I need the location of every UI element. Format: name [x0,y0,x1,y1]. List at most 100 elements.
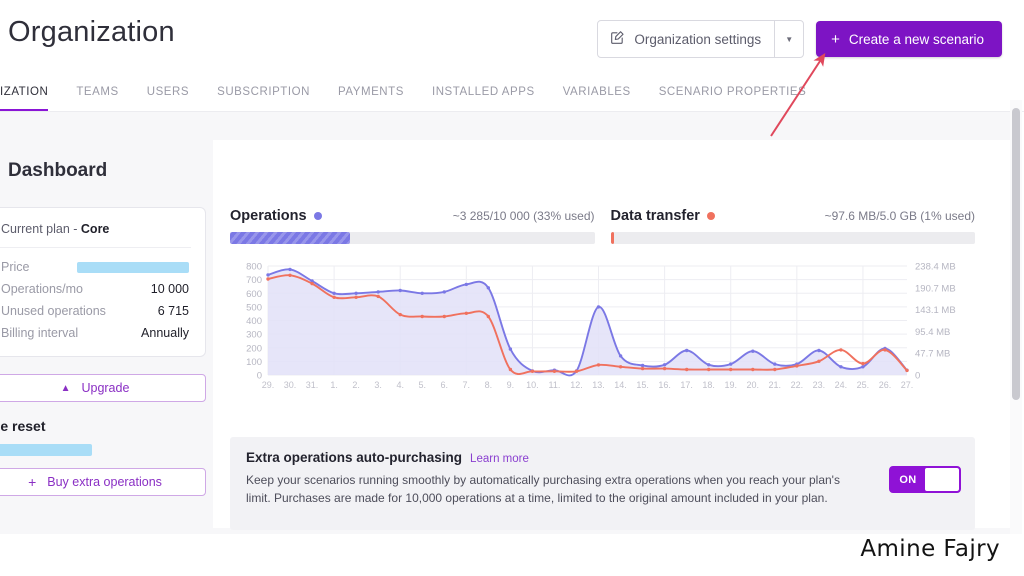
series-point [332,291,336,295]
create-new-scenario-label: Create a new scenario [848,31,984,47]
x-axis-tick-label: 5. [418,380,426,390]
upgrade-button[interactable]: ▲ Upgrade [0,374,206,402]
series-point [310,281,314,286]
plus-icon: + [28,474,37,490]
tab-teams[interactable]: TEAMS [62,76,132,108]
x-axis-tick-label: 15. [636,380,649,390]
series-point [662,363,667,367]
x-axis-tick-label: 2. [352,380,360,390]
organization-settings-button[interactable]: Organization settings [598,21,774,57]
tab-users[interactable]: USERS [133,76,203,108]
usage-chart[interactable]: 0 100 200 300 400 500 600 700 800 0 47.7 MB 95.4 MB… [230,260,975,397]
x-axis-tick-label: 6. [441,380,449,390]
chevron-down-icon: ▼ [785,34,794,44]
series-point [839,348,843,352]
extra-operations-toggle[interactable]: ON [889,466,961,493]
create-new-scenario-button[interactable]: + Create a new scenario [816,21,1002,57]
y-axis-left-tick-label: 600 [246,289,262,300]
metric-usage-text: ~97.6 MB/5.0 GB (1% used) [824,209,975,223]
metric-label: Data transfer [610,208,700,224]
series-point [618,354,623,358]
series-point [442,314,446,319]
metric-progress-fill [230,232,351,244]
tab-label: PAYMENTS [337,86,404,98]
plan-row-value: 6 715 [157,304,189,318]
series-point [817,348,821,353]
tab-scenario-properties[interactable]: SCENARIO PROPERTIES [645,76,821,108]
y-axis-left-tick-label: 400 [246,316,262,327]
series-point [662,366,667,371]
organization-settings-label: Organization settings [634,31,762,47]
x-axis-tick-label: 4. [396,380,404,390]
y-axis-left-tick-label: 300 [246,330,262,341]
tab-subscription[interactable]: SUBSCRIPTION [203,76,324,108]
series-point [795,364,799,368]
tab-ization[interactable]: IZATION [0,76,62,112]
series-point [618,365,623,369]
plan-row-value: 10 000 [150,282,189,296]
x-axis-tick-label: 24. [835,380,848,390]
series-point [773,367,777,372]
series-point [596,363,601,367]
x-axis-tick-label: 23. [813,380,826,390]
plan-row-label: Price [1,260,30,274]
y-axis-left-tick-label: 200 [246,343,262,354]
x-axis-tick-label: 14. [614,380,627,390]
extra-operations-title: Extra operations auto-purchasing [246,450,463,465]
usage-reset-section: age reset [0,418,206,456]
series-point [817,359,821,363]
buy-extra-operations-label: Buy extra operations [47,475,162,489]
tab-bar: IZATION TEAMS USERS SUBSCRIPTION PAYMENTS INS… [0,76,1024,113]
learn-more-link[interactable]: Learn more [470,453,529,465]
series-point [288,273,292,277]
extra-operations-header: Extra operations auto-purchasing Learn m… [246,450,959,465]
toggle-state-label: ON [899,473,917,486]
series-point [288,267,292,272]
series-area-operations [268,269,907,376]
x-axis-tick-label: 20. [747,380,760,390]
metrics-row: Operations ~3 285/10 000 (33% used) Data t… [230,208,975,244]
plan-row: Billing interval Annually [0,322,191,344]
tab-label: INSTALLED APPS [431,86,535,98]
organization-settings-dropdown-toggle[interactable]: ▼ [774,21,803,57]
extra-operations-description: Keep your scenarios running smoothly by … [246,473,840,505]
organization-settings-control[interactable]: Organization settings ▼ [597,20,805,58]
vertical-scrollbar-thumb[interactable] [1012,108,1020,400]
series-point [376,294,380,299]
series-point [729,362,733,366]
series-point [685,367,689,372]
tab-label: IZATION [0,86,49,98]
tab-installed-apps[interactable]: INSTALLED APPS [418,76,549,108]
series-point [486,286,490,290]
series-point [883,348,887,352]
buy-extra-operations-button[interactable]: + Buy extra operations [0,468,206,496]
series-point [596,305,601,309]
series-point [354,291,358,295]
extra-operations-panel: Extra operations auto-purchasing Learn m… [230,437,975,530]
watermark: Amine Fajry [860,536,1000,562]
metric-progress-bar [230,232,595,244]
y-axis-right-tick-label: 47.7 MB [915,349,950,360]
usage-reset-title: age reset [0,418,46,434]
tab-label: TEAMS [76,86,119,98]
tab-payments[interactable]: PAYMENTS [324,76,418,108]
y-axis-left-tick-label: 700 [246,275,262,286]
dashboard-main-card: Operations ~3 285/10 000 (33% used) Data t… [213,140,1010,530]
vertical-scrollbar[interactable] [1010,100,1022,540]
series-point [508,347,513,351]
x-axis-tick-label: 25. [857,380,870,390]
series-point [354,295,358,299]
metric-name: Operations [230,208,322,224]
series-point [398,288,402,293]
x-axis-tick-label: 8. [485,380,493,390]
plan-row: Operations/mo 10 000 [0,278,191,300]
app-window: Organization Organization settings ▼ + C… [0,0,1024,576]
x-axis-tick-label: 13. [592,380,605,390]
y-axis-right-tick-label: 143.1 MB [915,305,956,316]
tab-label: SCENARIO PROPERTIES [658,86,807,98]
series-point [861,365,865,369]
upgrade-label: Upgrade [81,381,130,395]
plan-row-value: Annually [141,326,189,340]
tab-variables[interactable]: VARIABLES [549,76,645,108]
series-point [552,369,557,373]
